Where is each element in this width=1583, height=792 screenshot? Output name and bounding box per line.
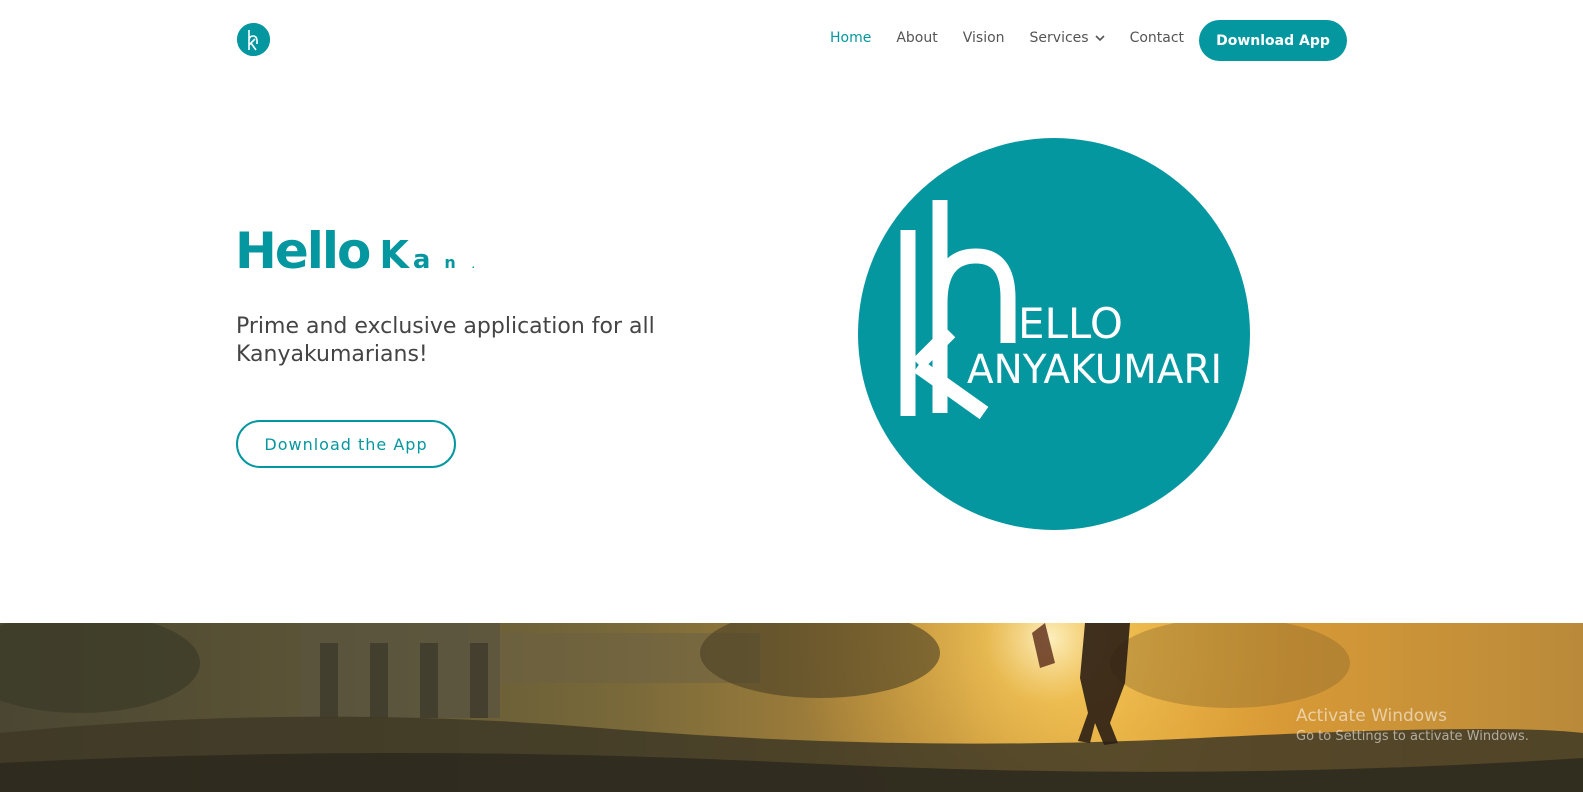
brand-logo-circle: ELLO ANYAKUMARI [858, 138, 1250, 530]
site-logo[interactable] [237, 23, 270, 56]
nav-item-services[interactable]: Services [1030, 30, 1105, 46]
download-the-app-button[interactable]: Download the App [236, 420, 456, 468]
chevron-down-icon [1095, 34, 1105, 42]
nav-item-label: Contact [1129, 30, 1185, 46]
hero-title-char: n [444, 253, 456, 272]
watermark-title: Activate Windows [1296, 706, 1447, 726]
main-nav: Home About Vision Services Contact [830, 30, 1209, 46]
hero-subtitle: Prime and exclusive application for all … [236, 314, 655, 367]
watermark-subtitle: Go to Settings to activate Windows. [1296, 729, 1529, 744]
nav-item-label: Home [830, 30, 872, 46]
nav-item-label: About [896, 30, 938, 46]
nav-item-home[interactable]: Home [830, 30, 871, 46]
download-app-button[interactable]: Download App [1199, 20, 1347, 61]
hero-title-char: K [379, 233, 409, 277]
nav-item-vision[interactable]: Vision [963, 30, 1005, 46]
nav-item-label: Services [1029, 30, 1089, 46]
hero-title: Hello Ka n. [235, 222, 475, 280]
hero-title-animated: Kan. [379, 233, 474, 277]
hero-title-char: a [412, 245, 431, 275]
windows-activation-watermark: Activate Windows Go to Settings to activ… [1296, 706, 1529, 744]
logo-line2: ANYAKUMARI [967, 347, 1222, 393]
hello-kanyakumari-logo: ELLO ANYAKUMARI [900, 200, 1222, 420]
site-header: Home About Vision Services Contact Downl… [0, 0, 1583, 80]
nav-item-contact[interactable]: Contact [1130, 30, 1184, 46]
logo-line1: ELLO [1018, 299, 1123, 348]
nav-item-label: Vision [962, 30, 1005, 46]
hk-monogram-icon [237, 23, 270, 56]
nav-item-about[interactable]: About [896, 30, 937, 46]
hero-title-static: Hello [235, 222, 371, 280]
hero-title-char: . [471, 261, 475, 270]
